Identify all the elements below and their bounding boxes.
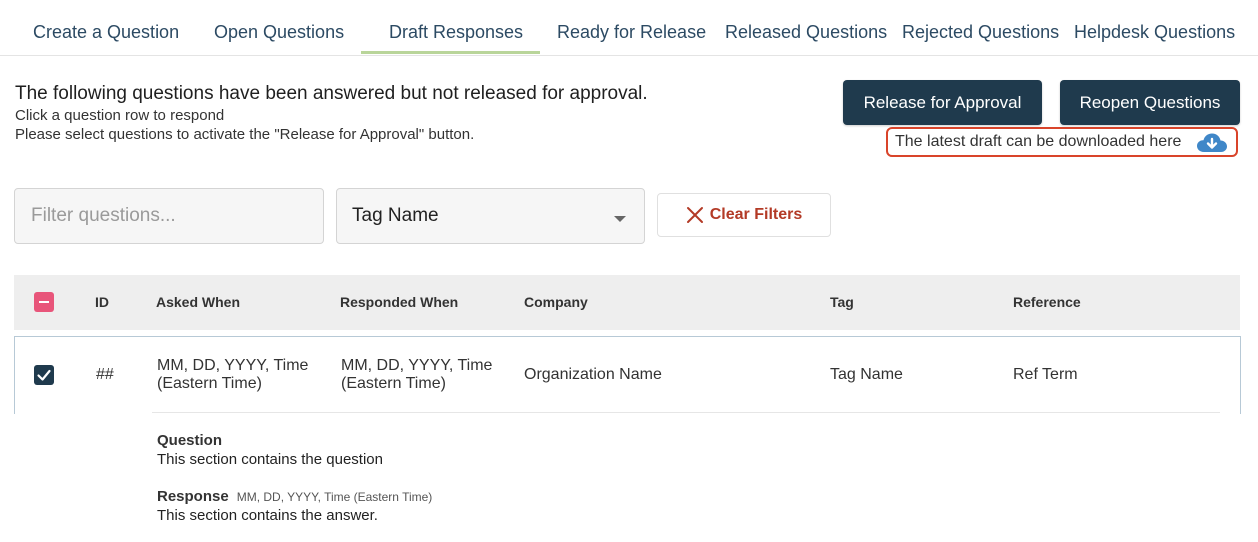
- row-company: Organization Name: [524, 366, 662, 383]
- row-divider: [152, 412, 1220, 413]
- tab-helpdesk-questions[interactable]: Helpdesk Questions: [1074, 22, 1235, 43]
- active-tab-indicator: [361, 51, 540, 54]
- tab-create-question[interactable]: Create a Question: [33, 22, 179, 43]
- question-label: Question: [157, 432, 223, 449]
- caret-down-icon: [614, 216, 626, 222]
- tab-draft-responses[interactable]: Draft Responses: [389, 22, 523, 43]
- reopen-questions-button[interactable]: Reopen Questions: [1060, 80, 1240, 125]
- page-instructions-line-2: Please select questions to activate the …: [15, 126, 475, 143]
- release-for-approval-button[interactable]: Release for Approval: [843, 80, 1042, 125]
- download-draft-link[interactable]: The latest draft can be downloaded here: [886, 127, 1238, 157]
- row-reference: Ref Term: [1013, 366, 1078, 383]
- column-header-tag[interactable]: Tag: [830, 294, 854, 310]
- asked-timezone: (Eastern Time): [157, 375, 262, 392]
- download-draft-text: The latest draft can be downloaded here: [895, 133, 1182, 150]
- page-instructions-line-1: Click a question row to respond: [15, 107, 225, 124]
- clear-filters-label: Clear Filters: [709, 206, 803, 223]
- tab-rejected-questions[interactable]: Rejected Questions: [902, 22, 1059, 43]
- row-checkbox[interactable]: [34, 365, 54, 385]
- column-header-asked-when[interactable]: Asked When: [156, 294, 240, 310]
- checkmark-icon: [37, 369, 51, 381]
- response-date: MM, DD, YYYY, Time (Eastern Time): [236, 490, 433, 504]
- column-header-company[interactable]: Company: [524, 294, 588, 310]
- page-instructions-title: The following questions have been answer…: [15, 83, 648, 104]
- column-header-reference[interactable]: Reference: [1013, 294, 1081, 310]
- clear-filters-button[interactable]: Clear Filters: [657, 193, 831, 237]
- row-tag: Tag Name: [830, 366, 903, 383]
- tab-bar: Create a Question Open Questions Draft R…: [0, 0, 1258, 56]
- tab-released-questions[interactable]: Released Questions: [725, 22, 887, 43]
- responded-date: MM, DD, YYYY, Time: [341, 357, 493, 374]
- row-asked-when: MM, DD, YYYY, Time (Eastern Time): [157, 357, 308, 393]
- tag-name-select[interactable]: Tag Name: [336, 188, 645, 244]
- responded-timezone: (Eastern Time): [341, 375, 446, 392]
- response-label: Response: [157, 488, 229, 505]
- row-id: ##: [96, 366, 114, 383]
- column-header-responded-when[interactable]: Responded When: [340, 294, 458, 310]
- filter-questions-input[interactable]: [14, 188, 324, 244]
- select-all-checkbox[interactable]: [34, 292, 54, 312]
- table-header: ID Asked When Responded When Company Tag…: [14, 275, 1240, 330]
- tab-ready-for-release[interactable]: Ready for Release: [557, 22, 706, 43]
- close-icon: [686, 207, 703, 223]
- question-text: This section contains the question: [157, 451, 383, 468]
- row-responded-when: MM, DD, YYYY, Time (Eastern Time): [341, 357, 492, 393]
- asked-date: MM, DD, YYYY, Time: [157, 357, 309, 374]
- tab-open-questions[interactable]: Open Questions: [214, 22, 344, 43]
- response-label-row: Response MM, DD, YYYY, Time (Eastern Time…: [157, 488, 432, 505]
- column-header-id[interactable]: ID: [95, 294, 109, 310]
- tag-select-value: Tag Name: [352, 205, 439, 226]
- response-text: This section contains the answer.: [157, 507, 378, 524]
- cloud-download-icon[interactable]: [1196, 132, 1228, 154]
- table-row[interactable]: ## MM, DD, YYYY, Time (Eastern Time) MM,…: [14, 336, 1241, 414]
